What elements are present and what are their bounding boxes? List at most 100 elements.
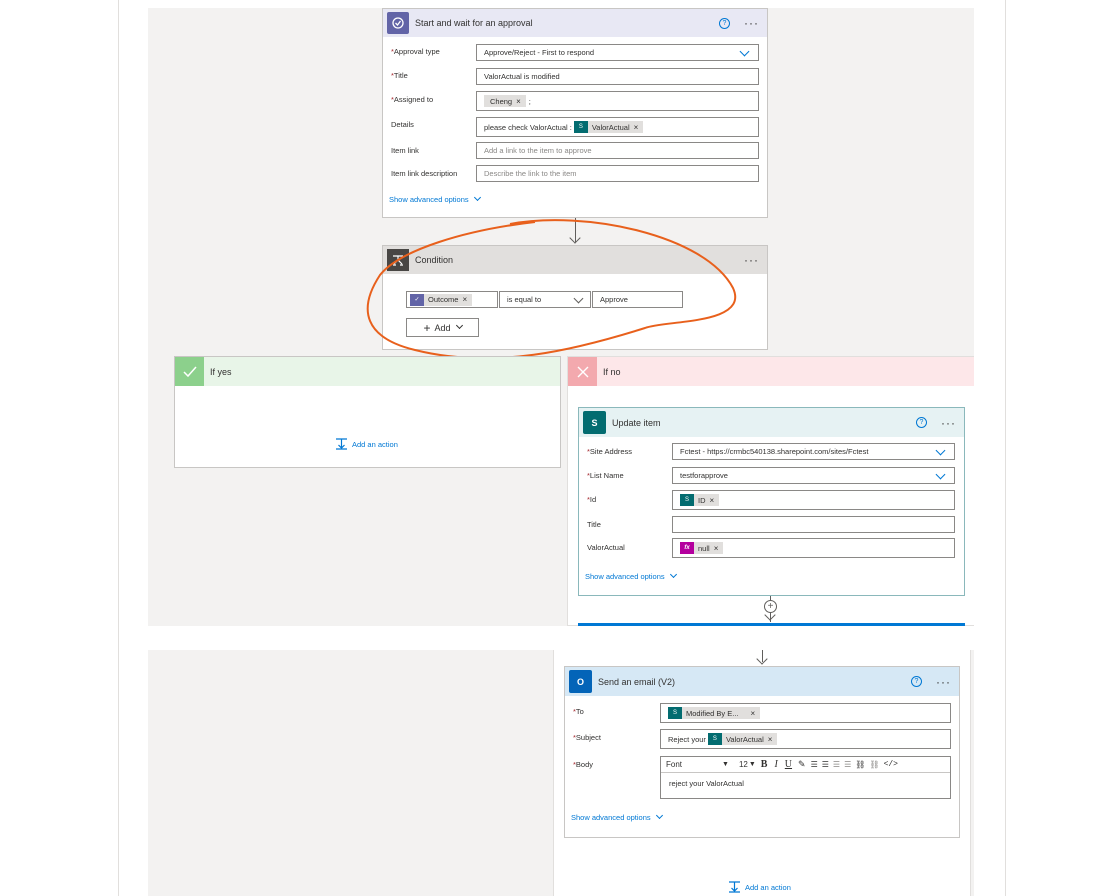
help-icon[interactable]: ? — [719, 17, 730, 29]
valoractual-input[interactable]: fx null × — [672, 538, 955, 558]
sharepoint-icon: S — [707, 733, 722, 745]
sharepoint-icon: S — [680, 494, 694, 506]
font-size-select[interactable]: 12 — [739, 760, 748, 769]
underline-button[interactable]: U — [785, 759, 792, 770]
remove-token-icon[interactable]: × — [768, 735, 773, 744]
add-action-icon — [729, 881, 740, 893]
chevron-down-icon — [669, 570, 677, 579]
body-editor[interactable]: Font ▼ 12 ▼ B I U ✎ ☰ ☰ ☰ ☰ ⛓ ⛓ </> reje… — [660, 756, 951, 799]
left-border — [118, 0, 119, 896]
unlink-icon[interactable]: ⛓ — [869, 760, 879, 769]
item-link-label: Item link — [391, 146, 419, 155]
sharepoint-icon: S — [668, 707, 682, 719]
check-icon — [175, 357, 204, 386]
bullet-list-icon[interactable]: ☰ — [811, 760, 818, 769]
update-item-title: Update item — [612, 417, 661, 428]
font-select[interactable]: Font — [666, 760, 720, 769]
rich-text-toolbar: Font ▼ 12 ▼ B I U ✎ ☰ ☰ ☰ ☰ ⛓ ⛓ </> — [661, 757, 950, 773]
show-advanced-options-link[interactable]: Show advanced options — [389, 193, 481, 204]
item-link-description-input[interactable]: Describe the link to the item — [476, 165, 759, 182]
approval-icon — [387, 12, 409, 34]
subject-label: *Subject — [573, 733, 601, 742]
title-input[interactable]: ValorActual is modified — [476, 68, 759, 85]
subject-token[interactable]: S ValorActual × — [707, 733, 778, 745]
code-view-icon[interactable]: </> — [884, 760, 898, 769]
approval-type-label: *Approval type — [391, 47, 440, 56]
send-email-card: O Send an email (V2) ? ··· *To S Modified… — [564, 666, 960, 838]
assigned-to-label: *Assigned to — [391, 95, 434, 104]
link-icon[interactable]: ⛓ — [855, 760, 865, 769]
if-yes-title: If yes — [210, 366, 232, 377]
if-no-header[interactable]: If no — [568, 357, 974, 386]
id-input[interactable]: S ID × — [672, 490, 955, 510]
to-input[interactable]: S Modified By E... × — [660, 703, 951, 723]
update-item-card: S Update item ? ··· *Site Address Fctest… — [578, 407, 965, 596]
list-name-select[interactable]: testforapprove — [672, 467, 955, 484]
subject-input[interactable]: Reject your S ValorActual × — [660, 729, 951, 749]
more-options-icon[interactable]: ··· — [936, 676, 951, 688]
approval-card: Start and wait for an approval ? ··· *Ap… — [382, 8, 768, 218]
show-advanced-options-link[interactable]: Show advanced options — [571, 811, 663, 822]
numbered-list-icon[interactable]: ☰ — [822, 760, 829, 769]
outlook-icon: O — [569, 670, 592, 693]
modified-by-token[interactable]: S Modified By E... × — [668, 707, 761, 719]
help-icon[interactable]: ? — [911, 676, 922, 687]
approval-header[interactable]: Start and wait for an approval ? ··· — [383, 9, 767, 37]
chevron-down-icon — [935, 469, 946, 480]
item-title-input[interactable] — [672, 516, 955, 533]
right-border — [1005, 0, 1006, 896]
sharepoint-icon: S — [583, 411, 606, 434]
highlight-icon[interactable]: ✎ — [798, 759, 806, 770]
remove-token-icon[interactable]: × — [751, 709, 756, 718]
annotation-circle — [366, 219, 737, 360]
details-token[interactable]: S ValorActual × — [573, 121, 644, 133]
remove-token-icon[interactable]: × — [710, 496, 715, 505]
approval-title: Start and wait for an approval — [415, 18, 533, 28]
italic-button[interactable]: I — [774, 759, 777, 770]
outdent-icon[interactable]: ☰ — [833, 760, 840, 769]
to-label: *To — [573, 707, 584, 716]
remove-token-icon[interactable]: × — [634, 123, 639, 132]
null-token[interactable]: fx null × — [680, 542, 724, 554]
canvas-bottom-left — [148, 650, 553, 896]
remove-token-icon[interactable]: × — [516, 97, 521, 106]
close-icon — [568, 357, 597, 386]
help-icon[interactable]: ? — [916, 417, 927, 428]
remove-token-icon[interactable]: × — [714, 544, 719, 553]
if-yes-header[interactable]: If yes — [175, 357, 560, 386]
title-label: *Title — [391, 71, 408, 80]
assigned-to-input[interactable]: Cheng × ; — [476, 91, 759, 111]
id-token[interactable]: S ID × — [680, 494, 720, 506]
more-options-icon[interactable]: ··· — [744, 17, 759, 29]
fx-icon: fx — [680, 542, 694, 554]
send-email-title: Send an email (V2) — [598, 676, 676, 687]
more-options-icon[interactable]: ··· — [744, 254, 759, 266]
body-text: reject your ValorActual — [669, 779, 744, 788]
more-options-icon[interactable]: ··· — [941, 417, 956, 429]
if-no-title: If no — [603, 366, 621, 377]
chevron-down-icon — [935, 445, 946, 456]
details-input[interactable]: please check ValorActual : S ValorActual × — [476, 117, 759, 137]
send-email-header[interactable]: O Send an email (V2) ? ··· — [565, 667, 959, 696]
chevron-down-icon — [473, 193, 481, 202]
if-yes-branch: If yes Add an action — [174, 356, 561, 468]
assignee-token[interactable]: Cheng × — [484, 95, 526, 107]
item-link-description-label: Item link description — [391, 169, 458, 178]
site-address-label: *Site Address — [587, 447, 633, 456]
indent-icon[interactable]: ☰ — [844, 760, 851, 769]
bold-button[interactable]: B — [761, 759, 768, 770]
add-an-action-button[interactable]: Add an action — [728, 881, 791, 893]
add-an-action-button[interactable]: Add an action — [335, 438, 398, 450]
sharepoint-icon: S — [573, 121, 588, 133]
item-title-label: Title — [587, 520, 601, 529]
list-name-label: *List Name — [587, 471, 624, 480]
valoractual-label: ValorActual — [587, 543, 625, 552]
add-action-icon — [336, 438, 347, 450]
font-size-dropdown-icon[interactable]: ▼ — [749, 761, 756, 768]
show-advanced-options-link[interactable]: Show advanced options — [585, 570, 677, 581]
font-dropdown-icon[interactable]: ▼ — [722, 761, 729, 768]
site-address-select[interactable]: Fctest - https://crmbc540138.sharepoint.… — [672, 443, 955, 460]
item-link-input[interactable]: Add a link to the item to approve — [476, 142, 759, 159]
approval-type-select[interactable]: Approve/Reject - First to respond — [476, 44, 759, 61]
update-item-header[interactable]: S Update item ? ··· — [579, 408, 964, 437]
